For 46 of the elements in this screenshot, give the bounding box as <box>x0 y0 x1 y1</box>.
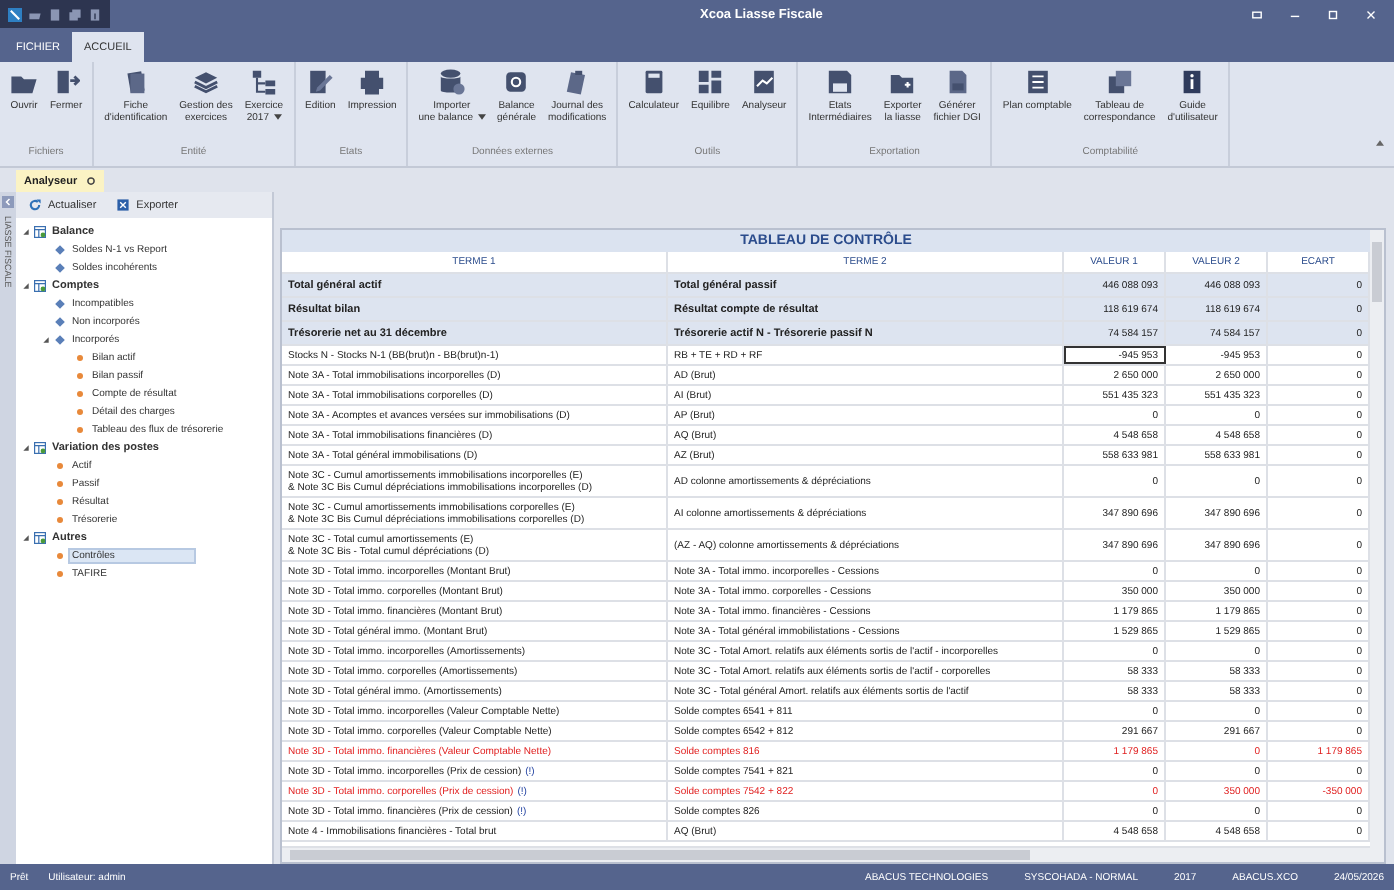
maximize-icon[interactable] <box>1326 7 1340 21</box>
app-icon <box>8 7 22 21</box>
dot-icon <box>74 423 86 435</box>
squares-icon <box>1105 68 1134 96</box>
table-icon <box>34 531 46 543</box>
spreadsheet-icon <box>116 198 131 212</box>
caret-icon <box>477 114 486 120</box>
list-icon <box>1023 68 1052 96</box>
table-icon <box>34 441 46 453</box>
save-icon <box>826 68 855 96</box>
table-icon <box>34 279 46 291</box>
refresh-icon <box>28 198 42 212</box>
vertical-scrollbar[interactable] <box>1370 230 1384 862</box>
collapse-arrow-icon[interactable] <box>22 227 30 235</box>
collapse-arrow-icon[interactable] <box>22 533 30 541</box>
chart-icon <box>750 68 779 96</box>
window-icon[interactable] <box>1250 7 1264 21</box>
close-icon[interactable] <box>1364 7 1378 21</box>
dot-icon <box>74 369 86 381</box>
dot-icon <box>74 351 86 363</box>
collapse-arrow-icon[interactable] <box>22 281 30 289</box>
dot-icon <box>54 549 66 561</box>
collapse-arrow-icon[interactable] <box>22 443 30 451</box>
horizontal-scrollbar[interactable] <box>282 846 1370 862</box>
caret-icon <box>273 114 281 120</box>
dot-icon <box>74 405 86 417</box>
document-icon[interactable] <box>48 7 62 21</box>
door-icon <box>52 68 81 96</box>
papers-icon[interactable] <box>68 7 82 21</box>
info-icon[interactable] <box>88 7 102 21</box>
collapse-ribbon-icon[interactable] <box>1376 140 1384 146</box>
layers-icon <box>192 68 220 96</box>
dot-icon <box>54 477 66 489</box>
edit-icon <box>306 68 335 96</box>
table-icon <box>34 225 46 237</box>
dot-icon <box>54 567 66 579</box>
dot-icon <box>74 387 86 399</box>
dot-icon <box>54 513 66 525</box>
collapse-icon[interactable] <box>2 196 14 208</box>
grid-icon <box>696 68 725 96</box>
dot-icon <box>54 495 66 507</box>
database-icon <box>437 68 466 96</box>
hierarchy-icon <box>249 68 278 96</box>
dot-icon <box>54 459 66 471</box>
pin-icon[interactable] <box>85 176 96 186</box>
collapse-arrow-icon[interactable] <box>42 335 50 343</box>
